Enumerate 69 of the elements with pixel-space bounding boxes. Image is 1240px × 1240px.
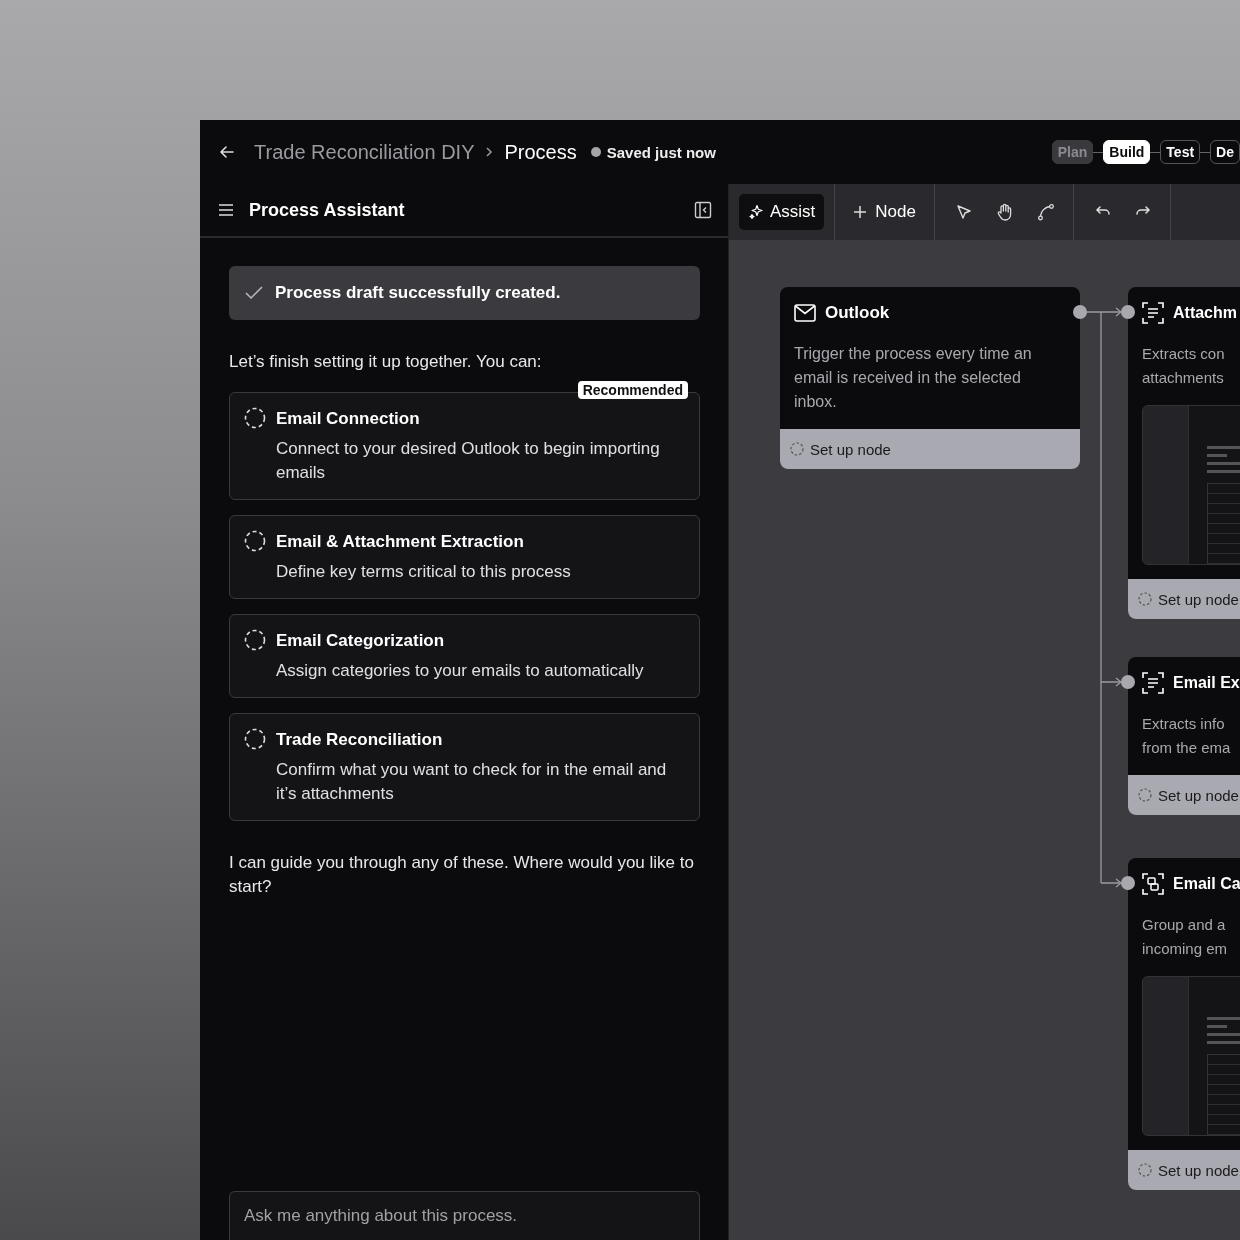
node-description: inbox.	[794, 392, 838, 412]
step-tab[interactable]: Test	[1160, 140, 1201, 164]
node-description: from the ema	[1142, 738, 1232, 758]
dashed-circle-icon	[790, 442, 804, 456]
node-description: incoming em	[1142, 939, 1229, 959]
assistant-message: Let’s finish setting it up together. You can:	[229, 351, 543, 373]
process-node[interactable]: Email Ex Extracts info from the ema Set up node	[1128, 657, 1240, 815]
chevron-right-icon	[484, 146, 495, 158]
node-title: Email Ex	[1173, 674, 1240, 692]
breadcrumb-link[interactable]: Trade Reconciliation DIY	[254, 140, 475, 164]
assist-button[interactable]: Assist	[739, 194, 825, 230]
task-title: Trade Reconciliation	[276, 729, 444, 751]
check-icon	[245, 286, 263, 300]
sparkle-icon	[748, 204, 764, 220]
scan-text-icon	[1142, 672, 1164, 694]
plus-icon	[853, 205, 868, 219]
step-tab[interactable]: De	[1210, 140, 1240, 164]
task-description: Confirm what you want to check for in the email and it’s attachments	[276, 759, 668, 805]
node-description: email is received in the selected	[794, 368, 1022, 388]
mail-icon	[794, 304, 816, 322]
step-tab[interactable]: Build	[1103, 140, 1151, 164]
connector-port[interactable]	[1121, 305, 1135, 319]
task-title: Email Connection	[276, 408, 421, 430]
assistant-message: I can guide you through any of these. Where would you like to start?	[229, 852, 695, 898]
back-arrow-icon[interactable]	[218, 143, 236, 161]
node-description: Extracts info	[1142, 714, 1226, 734]
dashed-circle-icon	[1138, 1163, 1152, 1177]
scan-group-icon	[1142, 873, 1164, 895]
pointer-icon[interactable]	[955, 203, 973, 221]
dashed-circle-icon	[244, 530, 266, 552]
dashed-circle-icon	[244, 728, 266, 750]
task-card[interactable]: Email & Attachment Extraction Define key terms critical to this process	[229, 515, 700, 599]
connector-port[interactable]	[1073, 305, 1087, 319]
recommended-badge: Recommended	[577, 381, 688, 399]
curve-tool-icon[interactable]	[1037, 203, 1055, 221]
scan-text-icon	[1142, 302, 1164, 324]
panel-title: Process Assistant	[249, 199, 406, 221]
task-description: Assign categories to your emails to automatically	[276, 660, 644, 682]
setup-node-link[interactable]: Set up node	[810, 440, 891, 458]
node-description: Group and a	[1142, 915, 1227, 935]
process-node[interactable]: Email Ca Group and a incoming em Set up node	[1128, 858, 1240, 1190]
chat-input[interactable]: Ask me anything about this process.	[229, 1191, 700, 1240]
node-title: Outlook	[825, 303, 890, 323]
task-description: Define key terms critical to this process	[276, 561, 571, 583]
process-node[interactable]: Outlook Trigger the process every time an email is received in the selected inbox. Set up node	[780, 287, 1080, 469]
node-title: Attachm	[1173, 304, 1237, 322]
dashed-circle-icon	[244, 407, 266, 429]
toast-message: Process draft successfully created.	[275, 283, 561, 303]
dashed-circle-icon	[244, 629, 266, 651]
node-description: attachments	[1142, 368, 1225, 388]
node-description: Trigger the process every time an	[794, 344, 1033, 364]
node-title: Email Ca	[1173, 875, 1240, 893]
status-dot-icon	[590, 147, 601, 157]
dashed-circle-icon	[1138, 788, 1152, 802]
task-description: Connect to your desired Outlook to begin importing emails	[276, 438, 661, 484]
dashed-circle-icon	[1138, 592, 1152, 606]
process-node[interactable]: Attachm Extracts con attachments Set up node	[1128, 287, 1240, 619]
task-title: Email Categorization	[276, 630, 446, 652]
task-card[interactable]: Trade Reconciliation Confirm what you want to check for in the email and it’s attachments	[229, 713, 700, 821]
task-title: Email & Attachment Extraction	[276, 531, 525, 553]
breadcrumb-current: Process	[504, 140, 577, 164]
add-node-button[interactable]: Node	[845, 194, 924, 230]
collapse-panel-icon[interactable]	[694, 201, 712, 219]
connector-port[interactable]	[1121, 876, 1135, 890]
node-description: Extracts con	[1142, 344, 1226, 364]
save-status: Saved just now	[606, 143, 716, 161]
connector-port[interactable]	[1121, 675, 1135, 689]
task-card[interactable]: Email Categorization Assign categories to your emails to automatically	[229, 614, 700, 698]
menu-icon[interactable]	[218, 203, 234, 217]
